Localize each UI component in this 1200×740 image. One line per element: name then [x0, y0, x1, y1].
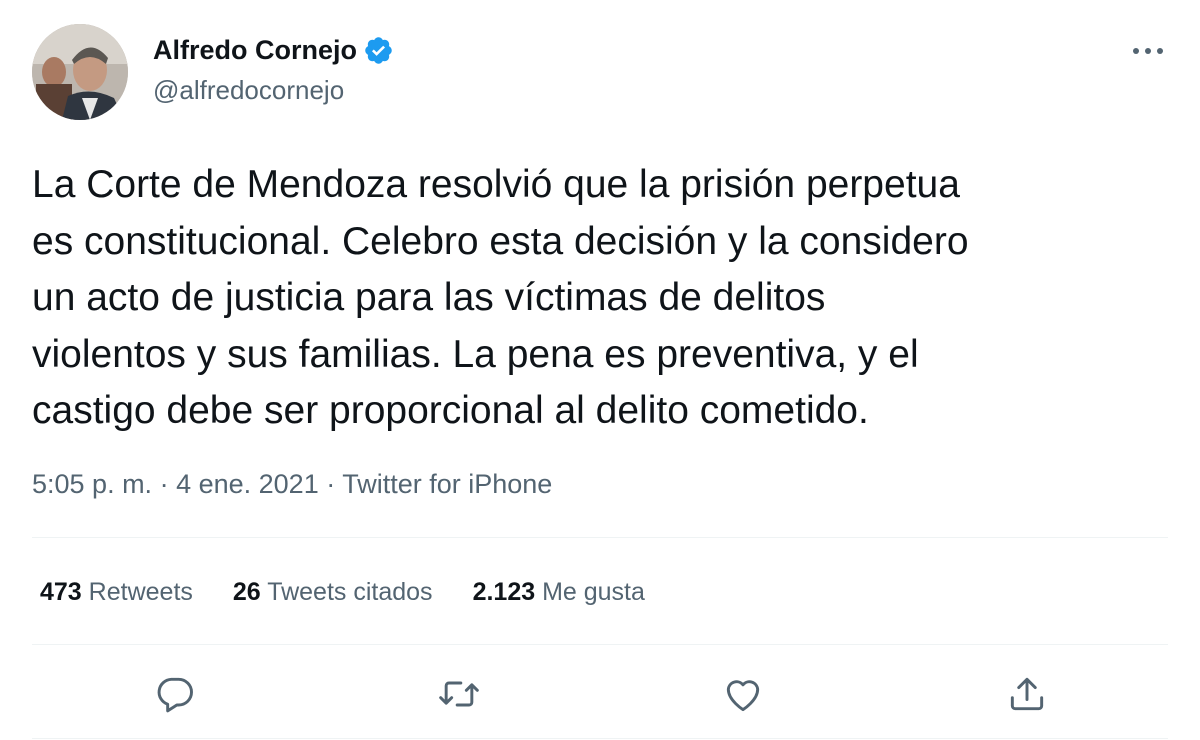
- divider-middle: [32, 644, 1168, 645]
- tweet-stats: 473 Retweets 26 Tweets citados 2.123 Me …: [40, 575, 645, 609]
- retweets-stat[interactable]: 473 Retweets: [40, 575, 193, 609]
- likes-stat[interactable]: 2.123 Me gusta: [473, 575, 645, 609]
- retweets-count: 473: [40, 578, 82, 606]
- tweet-date[interactable]: 4 ene. 2021: [176, 469, 319, 499]
- reply-bubble-icon: [157, 677, 193, 713]
- tweet-source[interactable]: Twitter for iPhone: [342, 469, 552, 499]
- share-upload-icon: [1010, 677, 1044, 711]
- meta-separator: ·: [318, 469, 343, 499]
- meta-separator: ·: [152, 469, 177, 499]
- like-button[interactable]: [721, 672, 765, 716]
- reply-button[interactable]: [153, 672, 197, 716]
- author-handle[interactable]: @alfredocornejo: [153, 74, 344, 106]
- more-options-button[interactable]: [1130, 36, 1166, 66]
- divider-top: [32, 537, 1168, 538]
- likes-label: Me gusta: [542, 578, 645, 606]
- divider-bottom: [32, 738, 1168, 739]
- retweets-label: Retweets: [88, 578, 193, 606]
- tweet-metadata: 5:05 p. m. · 4 ene. 2021 · Twitter for i…: [32, 467, 552, 501]
- tweet-time[interactable]: 5:05 p. m.: [32, 469, 152, 499]
- author-display-name[interactable]: Alfredo Cornejo: [153, 33, 394, 67]
- retweet-button[interactable]: [437, 672, 481, 716]
- heart-icon: [726, 680, 760, 712]
- more-horizontal-icon: [1133, 48, 1163, 54]
- avatar-photo: [32, 24, 128, 120]
- verified-badge-icon: [365, 36, 392, 64]
- author-name-text: Alfredo Cornejo: [153, 35, 358, 65]
- tweet-text: La Corte de Mendoza resolvió que la pris…: [32, 163, 969, 432]
- share-button[interactable]: [1005, 672, 1049, 716]
- likes-count: 2.123: [472, 578, 536, 606]
- quotes-count: 26: [232, 578, 261, 606]
- retweet-arrows-icon: [439, 681, 479, 707]
- quotes-label: Tweets citados: [267, 578, 433, 606]
- quotes-stat[interactable]: 26 Tweets citados: [233, 575, 433, 609]
- avatar[interactable]: [32, 24, 128, 120]
- tweet-card: Alfredo Cornejo @alfredocornejo La Corte…: [0, 0, 1200, 740]
